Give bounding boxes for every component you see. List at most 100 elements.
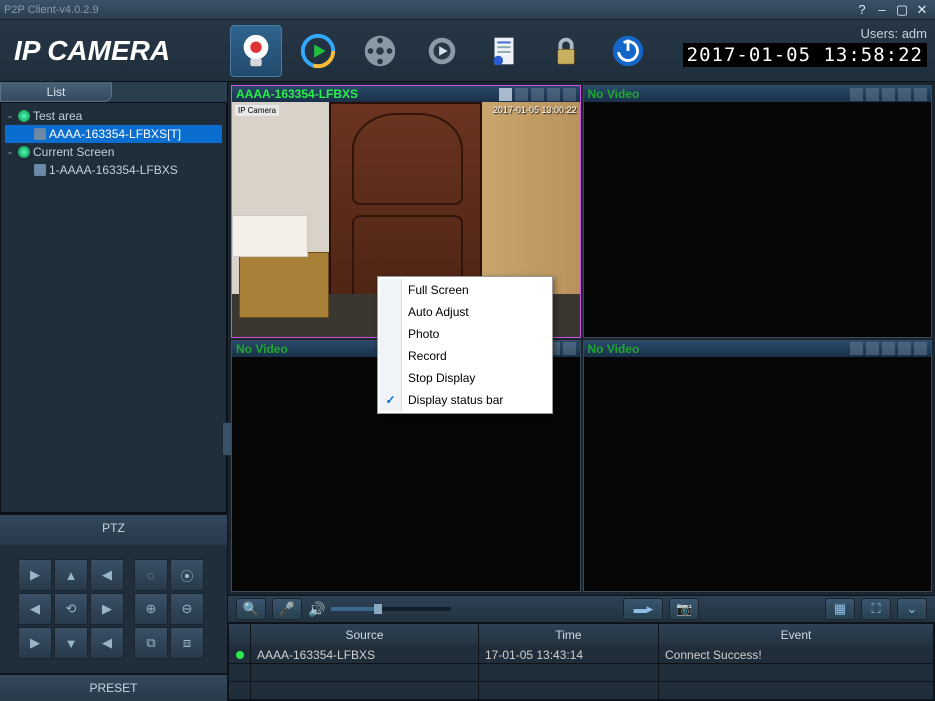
- gear-play-icon: [423, 32, 461, 70]
- document-icon: [485, 32, 523, 70]
- close-feed-icon[interactable]: [914, 88, 927, 101]
- ctx-display-status-bar[interactable]: ✓Display status bar: [380, 389, 550, 411]
- cell-1-title: AAAA-163354-LFBXS: [236, 87, 499, 101]
- ptz-down-right[interactable]: ◀: [90, 627, 124, 659]
- record-icon[interactable]: [882, 342, 895, 355]
- maximize-button[interactable]: ▢: [893, 2, 911, 18]
- power-icon: [609, 32, 647, 70]
- feed-timestamp: 2017-01-05 13:00:22: [493, 105, 577, 115]
- log-row[interactable]: [229, 682, 934, 700]
- main-area: List - Test area AAAA-163354-LFBXS[T] - …: [0, 82, 935, 701]
- volume-slider[interactable]: [331, 607, 451, 611]
- record-icon[interactable]: [882, 88, 895, 101]
- talk-button[interactable]: 🎤: [272, 598, 302, 620]
- tree-group-test-area[interactable]: - Test area: [5, 107, 222, 125]
- log-col-time: Time: [479, 624, 659, 646]
- ptz-left[interactable]: ◀: [18, 593, 52, 625]
- video-cell-4[interactable]: No Video: [583, 340, 933, 593]
- video-cell-2[interactable]: No Video: [583, 85, 933, 338]
- zoom-button[interactable]: 🔍: [236, 598, 266, 620]
- zoom-in[interactable]: ⧉: [134, 627, 168, 659]
- ptz-header: PTZ: [0, 515, 227, 545]
- tree-group-current-screen[interactable]: - Current Screen: [5, 143, 222, 161]
- remote-playback-tab[interactable]: [354, 25, 406, 77]
- log-row[interactable]: AAAA-163354-LFBXS 17-01-05 13:43:14 Conn…: [229, 646, 934, 664]
- header: IP CAMERA Users: adm 2017-01-05 13:58:22: [0, 20, 935, 82]
- close-feed-icon[interactable]: [914, 342, 927, 355]
- iris-open[interactable]: ◌: [134, 559, 168, 591]
- fullscreen-button[interactable]: ⛶: [861, 598, 891, 620]
- speaker-icon[interactable]: [866, 88, 879, 101]
- close-button[interactable]: ✕: [913, 2, 931, 18]
- ptz-down[interactable]: ▼: [54, 627, 88, 659]
- status-dot-icon: [236, 651, 244, 659]
- ptz-section: PTZ ▶ ▲ ◀ ◀ ⟲ ▶ ▶ ▼ ◀ ◌ ⦿ ⊕ ⊖: [0, 513, 227, 701]
- snapshot-button[interactable]: 📷: [669, 598, 699, 620]
- mic-icon[interactable]: [850, 88, 863, 101]
- speaker-icon[interactable]: [515, 88, 528, 101]
- ptz-auto[interactable]: ⟲: [54, 593, 88, 625]
- minimize-button[interactable]: –: [873, 2, 891, 18]
- iris-close[interactable]: ⦿: [170, 559, 204, 591]
- video-grid: AAAA-163354-LFBXS IP Camera: [228, 82, 935, 595]
- volume-icon[interactable]: 🔊: [308, 601, 325, 618]
- log-row[interactable]: [229, 664, 934, 682]
- ctx-stop-display[interactable]: Stop Display: [380, 367, 550, 389]
- collapse-icon[interactable]: -: [5, 145, 15, 159]
- ptz-up[interactable]: ▲: [54, 559, 88, 591]
- settings-tab[interactable]: [416, 25, 468, 77]
- focus-far[interactable]: ⊖: [170, 593, 204, 625]
- record-all-button[interactable]: ▬▸: [623, 598, 663, 620]
- ptz-up-left[interactable]: ▶: [18, 559, 52, 591]
- app-logo: IP CAMERA: [14, 35, 170, 67]
- ptz-up-right[interactable]: ◀: [90, 559, 124, 591]
- collapse-icon[interactable]: -: [5, 109, 15, 123]
- snapshot-icon[interactable]: [547, 88, 560, 101]
- user-label: Users: adm: [683, 26, 927, 41]
- ptz-right[interactable]: ▶: [90, 593, 124, 625]
- ctx-record[interactable]: Record: [380, 345, 550, 367]
- preset-header: PRESET: [0, 673, 227, 701]
- playback-tab[interactable]: [292, 25, 344, 77]
- main-toolbar: [230, 25, 654, 77]
- lock-tab[interactable]: [540, 25, 592, 77]
- titlebar: P2P Client-v4.0.2.9 ? – ▢ ✕: [0, 0, 935, 20]
- layout-grid-button[interactable]: ▦: [825, 598, 855, 620]
- log-col-source: Source: [251, 624, 479, 646]
- speaker-icon[interactable]: [866, 342, 879, 355]
- list-tab[interactable]: List: [0, 82, 112, 102]
- ptz-dpad: ▶ ▲ ◀ ◀ ⟲ ▶ ▶ ▼ ◀: [18, 559, 124, 659]
- cell-4-title: No Video: [588, 342, 851, 356]
- feed-label: IP Camera: [235, 105, 279, 116]
- mic-icon[interactable]: [850, 342, 863, 355]
- logs-tab[interactable]: [478, 25, 530, 77]
- zoom-out[interactable]: ⧈: [170, 627, 204, 659]
- live-view-tab[interactable]: [230, 25, 282, 77]
- close-feed-icon[interactable]: [563, 88, 576, 101]
- help-button[interactable]: ?: [853, 2, 871, 18]
- collapse-log-button[interactable]: ⌄: [897, 598, 927, 620]
- ctx-full-screen[interactable]: Full Screen: [380, 279, 550, 301]
- snapshot-icon[interactable]: [898, 342, 911, 355]
- event-log: Source Time Event AAAA-163354-LFBXS 17-0…: [228, 623, 935, 701]
- user-info: Users: adm 2017-01-05 13:58:22: [683, 26, 927, 67]
- camera-icon: [34, 164, 46, 176]
- tree-camera-2[interactable]: 1-AAAA-163354-LFBXS: [5, 161, 222, 179]
- control-bar: 🔍 🎤 🔊 ▬▸ 📷 ▦ ⛶ ⌄: [228, 595, 935, 623]
- camera-icon: [34, 128, 46, 140]
- right-panel: AAAA-163354-LFBXS IP Camera: [228, 82, 935, 701]
- close-feed-icon[interactable]: [563, 342, 576, 355]
- ptz-down-left[interactable]: ▶: [18, 627, 52, 659]
- lock-icon: [547, 32, 585, 70]
- record-icon[interactable]: [531, 88, 544, 101]
- snapshot-icon[interactable]: [898, 88, 911, 101]
- power-tab[interactable]: [602, 25, 654, 77]
- ctx-auto-adjust[interactable]: Auto Adjust: [380, 301, 550, 323]
- tree-camera-1[interactable]: AAAA-163354-LFBXS[T]: [5, 125, 222, 143]
- clock: 2017-01-05 13:58:22: [683, 43, 927, 67]
- check-icon: ✓: [380, 389, 402, 411]
- ptz-lens-controls: ◌ ⦿ ⊕ ⊖ ⧉ ⧈: [134, 559, 204, 659]
- focus-near[interactable]: ⊕: [134, 593, 168, 625]
- mic-icon[interactable]: [499, 88, 512, 101]
- ctx-photo[interactable]: Photo: [380, 323, 550, 345]
